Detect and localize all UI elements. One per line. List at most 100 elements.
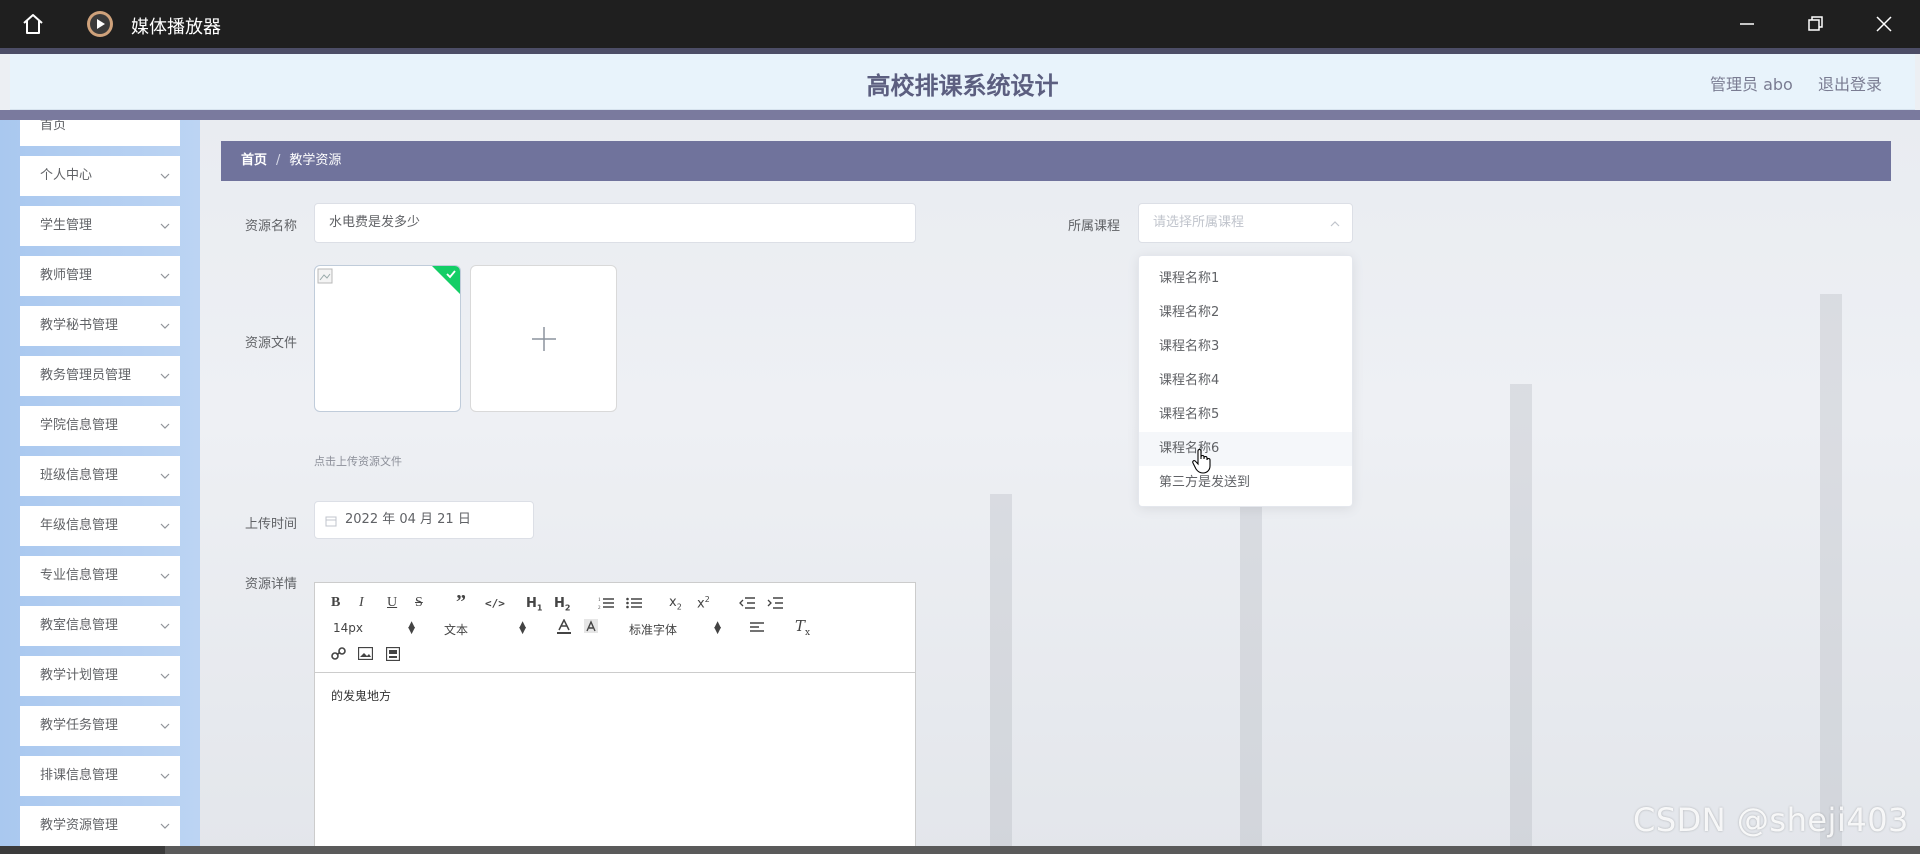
scrollbar-thumb[interactable] — [0, 846, 165, 854]
uploaded-file-thumbnail[interactable] — [314, 265, 461, 412]
course-option[interactable]: 课程名称2 — [1139, 296, 1352, 330]
sidebar-item-students[interactable]: 学生管理 — [20, 206, 180, 246]
heading2-icon[interactable]: H2 — [554, 596, 570, 613]
svg-text:1: 1 — [598, 598, 601, 603]
course-select-placeholder: 请选择所属课程 — [1153, 215, 1245, 230]
align-left-icon[interactable] — [750, 621, 766, 633]
chevron-down-icon — [160, 623, 170, 629]
watermark: CSDN @sheji403 — [1633, 801, 1909, 839]
bullet-list-icon[interactable] — [626, 596, 642, 610]
sidebar-item-secretaries[interactable]: 教学秘书管理 — [20, 306, 180, 346]
chevron-down-icon — [160, 173, 170, 179]
sidebar-item-plans[interactable]: 教学计划管理 — [20, 656, 180, 696]
background-color-icon[interactable] — [584, 619, 598, 635]
chevron-down-icon — [160, 473, 170, 479]
ordered-list-icon[interactable]: 12 — [598, 596, 614, 610]
sidebar-item-personal-center[interactable]: 个人中心 — [20, 156, 180, 196]
chevron-down-icon — [160, 223, 170, 229]
restore-icon[interactable] — [1803, 12, 1827, 36]
sidebar: 首页 个人中心 学生管理 教师管理 教学秘书管理 教务管理员管理 学院信息管理 … — [0, 120, 200, 854]
breadcrumb-home[interactable]: 首页 — [241, 153, 267, 168]
bold-icon[interactable]: B — [331, 595, 340, 611]
plus-icon — [532, 327, 556, 351]
course-option[interactable]: 课程名称3 — [1139, 330, 1352, 364]
chevron-down-icon — [160, 723, 170, 729]
sidebar-item-label: 年级信息管理 — [40, 518, 119, 533]
link-icon[interactable] — [331, 646, 346, 661]
upload-add-button[interactable] — [470, 265, 617, 412]
course-option[interactable]: 课程名称1 — [1139, 262, 1352, 296]
superscript-icon[interactable]: x2 — [697, 595, 710, 611]
code-icon[interactable]: </> — [485, 597, 505, 610]
sidebar-item-label: 教学资源管理 — [40, 818, 119, 833]
chevron-down-icon — [160, 573, 170, 579]
horizontal-scrollbar[interactable] — [0, 846, 1920, 854]
course-dropdown: 课程名称1 课程名称2 课程名称3 课程名称4 课程名称5 课程名称6 第三方是… — [1138, 255, 1353, 507]
sidebar-item-label: 学院信息管理 — [40, 418, 119, 433]
sidebar-item-home[interactable]: 首页 — [20, 120, 180, 146]
course-select[interactable]: 请选择所属课程 — [1138, 203, 1353, 243]
underline-icon[interactable]: U — [387, 595, 397, 611]
sidebar-item-label: 教师管理 — [40, 268, 93, 283]
text-color-icon[interactable] — [557, 619, 571, 635]
chevron-down-icon — [160, 273, 170, 279]
breadcrumb: 首页 / 教学资源 — [221, 141, 1891, 181]
app-header: 高校排课系统设计 管理员 abo 退出登录 — [10, 54, 1915, 110]
course-option-hovered[interactable]: 课程名称6 — [1139, 432, 1352, 466]
text-format-value: 文本 — [444, 623, 469, 637]
italic-icon[interactable]: I — [359, 595, 364, 611]
sidebar-item-teachers[interactable]: 教师管理 — [20, 256, 180, 296]
strikethrough-icon[interactable]: S — [415, 595, 423, 611]
breadcrumb-current: 教学资源 — [289, 153, 342, 168]
svg-text:2: 2 — [598, 606, 601, 610]
logout-link[interactable]: 退出登录 — [1818, 71, 1882, 95]
sidebar-item-classes[interactable]: 班级信息管理 — [20, 456, 180, 496]
upload-success-check-icon — [432, 266, 460, 294]
resource-name-label: 资源名称 — [245, 219, 298, 234]
sidebar-item-colleges[interactable]: 学院信息管理 — [20, 406, 180, 446]
font-size-select[interactable]: 14px ▲ ▼ — [333, 621, 415, 636]
course-option[interactable]: 第三方是发送到 — [1139, 466, 1352, 500]
font-size-value: 14px — [333, 621, 363, 635]
close-icon[interactable] — [1872, 12, 1896, 36]
sidebar-item-label: 教学任务管理 — [40, 718, 119, 733]
upload-time-input[interactable]: 2022 年 04 月 21 日 — [314, 501, 534, 539]
sidebar-item-admins[interactable]: 教务管理员管理 — [20, 356, 180, 396]
sidebar-item-label: 教务管理员管理 — [40, 368, 132, 383]
broken-image-icon — [317, 268, 333, 284]
editor-content[interactable]: 的发鬼地方 — [331, 687, 391, 704]
font-family-select[interactable]: 标准字体 ▲ ▼ — [629, 621, 721, 638]
sidebar-item-grades[interactable]: 年级信息管理 — [20, 506, 180, 546]
course-label: 所属课程 — [1068, 219, 1121, 234]
heading1-icon[interactable]: H1 — [526, 596, 542, 613]
sidebar-item-resources[interactable]: 教学资源管理 — [20, 806, 180, 846]
course-option[interactable]: 课程名称4 — [1139, 364, 1352, 398]
sidebar-item-label: 专业信息管理 — [40, 568, 119, 583]
outdent-icon[interactable] — [739, 596, 755, 610]
video-icon[interactable] — [386, 647, 400, 661]
sidebar-item-label: 排课信息管理 — [40, 768, 119, 783]
sidebar-item-label: 教学秘书管理 — [40, 318, 119, 333]
sidebar-item-label: 首页 — [40, 120, 67, 133]
indent-icon[interactable] — [767, 596, 783, 610]
text-format-select[interactable]: 文本 ▲ ▼ — [444, 621, 526, 638]
chevron-down-icon — [160, 323, 170, 329]
image-icon[interactable] — [358, 647, 373, 660]
course-option[interactable]: 课程名称5 — [1139, 398, 1352, 432]
clear-format-icon[interactable]: Tx — [795, 617, 810, 638]
sidebar-item-tasks[interactable]: 教学任务管理 — [20, 706, 180, 746]
upload-time-label: 上传时间 — [245, 517, 298, 532]
subscript-icon[interactable]: x2 — [669, 595, 682, 612]
calendar-icon — [325, 516, 337, 527]
sidebar-item-majors[interactable]: 专业信息管理 — [20, 556, 180, 596]
sidebar-item-classrooms[interactable]: 教室信息管理 — [20, 606, 180, 646]
chevron-down-icon — [160, 373, 170, 379]
resource-detail-label: 资源详情 — [245, 577, 298, 592]
resource-file-label: 资源文件 — [245, 336, 298, 351]
sidebar-item-schedules[interactable]: 排课信息管理 — [20, 756, 180, 796]
minimize-icon[interactable] — [1735, 12, 1759, 36]
home-icon[interactable] — [20, 11, 46, 37]
resource-name-input[interactable]: 水电费是发多少 — [314, 203, 916, 243]
sidebar-item-label: 班级信息管理 — [40, 468, 119, 483]
blockquote-icon[interactable]: ” — [456, 591, 466, 614]
